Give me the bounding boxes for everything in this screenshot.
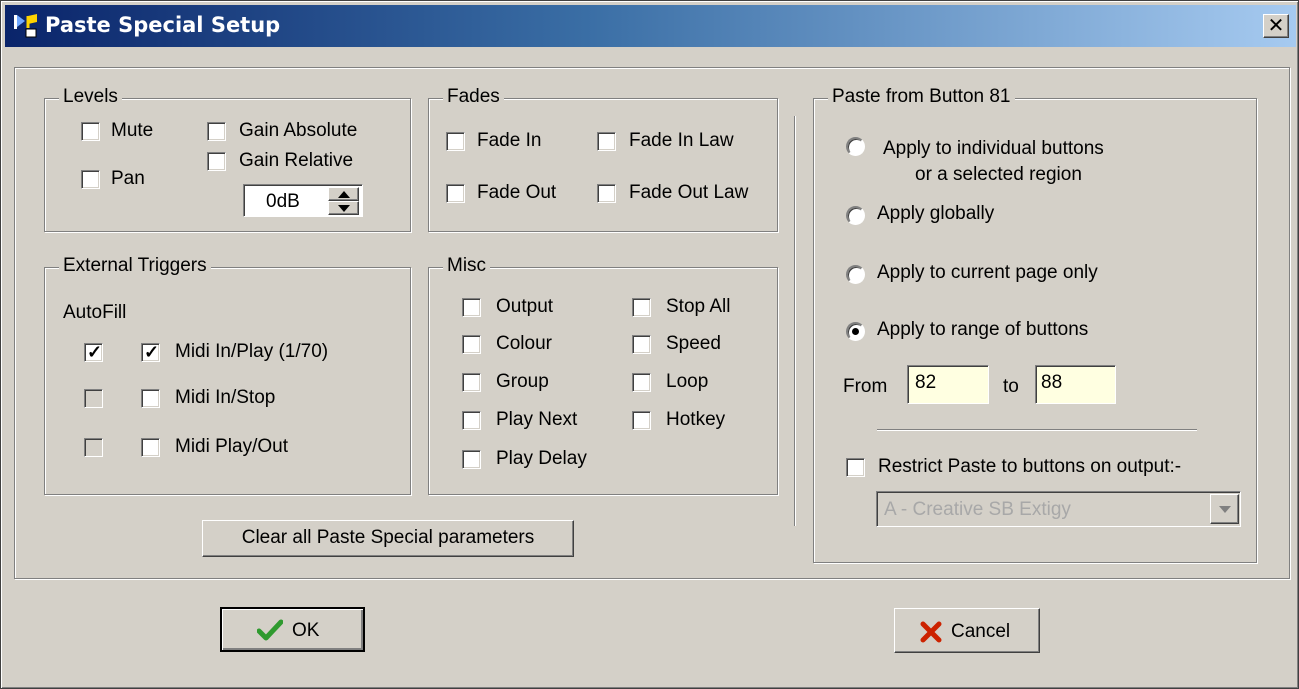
radio-current-page[interactable]: [846, 265, 865, 284]
output-label: Output: [496, 296, 554, 317]
checkmark-icon: ✓: [144, 342, 160, 362]
fade-out-checkbox[interactable]: [446, 184, 465, 203]
paste-from-legend: Paste from Button 81: [828, 86, 1015, 108]
arrow-down-icon: [338, 205, 350, 212]
colour-checkbox[interactable]: [462, 335, 481, 354]
cancel-button[interactable]: Cancel: [894, 608, 1040, 653]
radio-global[interactable]: [846, 206, 865, 225]
fades-group: Fades: [428, 86, 778, 232]
radio-individual[interactable]: [846, 137, 865, 156]
arrow-up-icon: [338, 191, 350, 198]
group-label: Group: [496, 371, 549, 392]
speed-checkbox[interactable]: [632, 335, 651, 354]
to-label: to: [1003, 376, 1019, 397]
from-label: From: [843, 376, 888, 397]
from-input[interactable]: 82: [907, 365, 989, 404]
fade-in-law-label: Fade In Law: [629, 130, 734, 151]
checkmark-icon: [257, 619, 283, 641]
speed-label: Speed: [666, 333, 721, 354]
play-delay-label: Play Delay: [496, 448, 587, 469]
play-next-checkbox[interactable]: [462, 411, 481, 430]
colour-label: Colour: [496, 333, 552, 354]
hotkey-label: Hotkey: [666, 409, 726, 430]
trigger-checkbox-2[interactable]: [141, 389, 160, 408]
misc-legend: Misc: [443, 255, 491, 277]
ok-button[interactable]: OK: [220, 607, 365, 652]
gain-relative-checkbox[interactable]: [207, 152, 226, 171]
output-select-value: A - Creative SB Extigy: [884, 499, 1071, 520]
pan-checkbox[interactable]: [81, 170, 100, 189]
autofill-checkbox-2: [84, 389, 103, 408]
output-checkbox[interactable]: [462, 298, 481, 317]
spin-up-button[interactable]: [328, 187, 359, 201]
horizontal-separator: [877, 429, 1197, 430]
levels-legend: Levels: [59, 86, 122, 108]
title-bar[interactable]: Paste Special Setup: [5, 5, 1296, 47]
external-triggers-legend: External Triggers: [59, 255, 211, 277]
fade-in-label: Fade In: [477, 130, 542, 151]
loop-checkbox[interactable]: [632, 373, 651, 392]
trigger-checkbox-3[interactable]: [141, 438, 160, 457]
fade-in-law-checkbox[interactable]: [597, 132, 616, 151]
option-individual-line2: or a selected region: [915, 164, 1082, 185]
autofill-checkbox-1[interactable]: ✓: [84, 342, 103, 362]
radio-selected-dot: [852, 328, 859, 335]
restrict-paste-label: Restrict Paste to buttons on output:-: [878, 456, 1182, 477]
option-global-label: Apply globally: [877, 203, 995, 224]
clear-paste-special-button[interactable]: Clear all Paste Special parameters: [202, 520, 574, 557]
checkmark-icon: ✓: [87, 342, 103, 362]
from-value: 82: [915, 372, 937, 393]
stop-all-checkbox[interactable]: [632, 298, 651, 317]
close-icon: [920, 621, 942, 643]
to-value: 88: [1041, 372, 1063, 393]
window-title: Paste Special Setup: [45, 13, 281, 37]
play-delay-checkbox[interactable]: [462, 450, 481, 469]
gain-absolute-checkbox[interactable]: [207, 122, 226, 141]
close-button[interactable]: ✕: [1263, 14, 1289, 38]
clear-paste-special-label: Clear all Paste Special parameters: [241, 527, 535, 548]
option-individual-line1: Apply to individual buttons: [883, 138, 1104, 159]
ok-label: OK: [292, 620, 320, 641]
hotkey-checkbox[interactable]: [632, 411, 651, 430]
gain-value-field[interactable]: 0dB: [243, 184, 363, 217]
trigger-label-3: Midi Play/Out: [175, 436, 288, 457]
autofill-checkbox-3: [84, 438, 103, 457]
radio-range[interactable]: [846, 322, 865, 341]
fade-out-label: Fade Out: [477, 182, 557, 203]
fades-legend: Fades: [443, 86, 504, 108]
to-input[interactable]: 88: [1035, 365, 1116, 404]
trigger-checkbox-1[interactable]: ✓: [141, 342, 160, 362]
group-checkbox[interactable]: [462, 373, 481, 392]
output-select-dropdown-button[interactable]: [1210, 494, 1239, 524]
app-icon: [13, 13, 39, 39]
loop-label: Loop: [666, 371, 709, 392]
chevron-down-icon: [1219, 506, 1231, 513]
trigger-label-1: Midi In/Play (1/70): [175, 341, 329, 362]
autofill-label: AutoFill: [63, 302, 127, 323]
fade-out-law-checkbox[interactable]: [597, 184, 616, 203]
gain-relative-label: Gain Relative: [239, 150, 354, 171]
spin-down-button[interactable]: [328, 201, 359, 215]
restrict-paste-checkbox[interactable]: [846, 458, 865, 477]
gain-value: 0dB: [266, 191, 300, 212]
fade-out-law-label: Fade Out Law: [629, 182, 749, 203]
play-next-label: Play Next: [496, 409, 578, 430]
option-range-label: Apply to range of buttons: [877, 319, 1089, 340]
gain-absolute-label: Gain Absolute: [239, 120, 358, 141]
output-select[interactable]: A - Creative SB Extigy: [876, 491, 1241, 527]
gain-spinner[interactable]: [328, 187, 359, 215]
trigger-label-2: Midi In/Stop: [175, 387, 276, 408]
stop-all-label: Stop All: [666, 296, 731, 317]
mute-label: Mute: [111, 120, 154, 141]
option-current-page-label: Apply to current page only: [877, 262, 1098, 283]
close-icon: ✕: [1267, 13, 1285, 37]
dialog-window: Paste Special Setup ✕ Levels Mute Pan Ga…: [0, 0, 1299, 689]
mute-checkbox[interactable]: [81, 122, 100, 141]
cancel-label: Cancel: [951, 621, 1011, 642]
vertical-separator: [794, 116, 795, 526]
fade-in-checkbox[interactable]: [446, 132, 465, 151]
pan-label: Pan: [111, 168, 145, 189]
